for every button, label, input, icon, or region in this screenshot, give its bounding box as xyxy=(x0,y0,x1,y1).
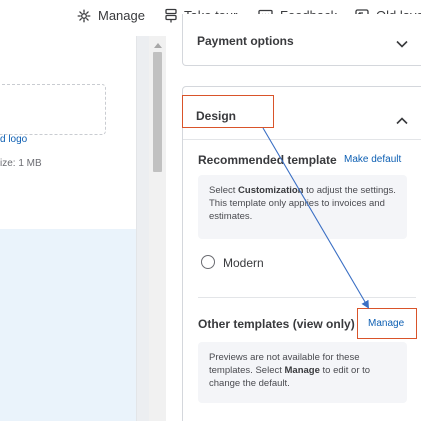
add-logo-link[interactable]: d logo xyxy=(0,134,27,145)
invoice-preview: d logo ize: 1 MB xyxy=(0,36,149,421)
logo-upload-area[interactable] xyxy=(0,84,106,135)
manage-toolbar-button[interactable]: Manage xyxy=(77,8,145,23)
scrollbar-thumb[interactable] xyxy=(153,52,162,172)
chevron-down-icon[interactable] xyxy=(396,35,408,53)
manage-bold-text: Manage xyxy=(284,365,320,376)
design-highlight-box xyxy=(182,95,274,128)
signpost-icon xyxy=(165,8,177,23)
payment-options-title: Payment options xyxy=(197,34,294,48)
preview-scrollbar[interactable] xyxy=(149,36,166,421)
manage-toolbar-label: Manage xyxy=(98,8,145,23)
scroll-up-arrow-icon[interactable] xyxy=(149,38,166,52)
design-card: Design Recommended template Make default… xyxy=(182,86,421,421)
make-default-link[interactable]: Make default xyxy=(344,154,401,165)
other-templates-title: Other templates (view only) xyxy=(198,317,355,331)
other-templates-info-box: Previews are not available for these tem… xyxy=(198,342,407,403)
design-header-divider xyxy=(183,139,421,140)
section-divider xyxy=(198,297,416,298)
customization-link-text: Customization xyxy=(238,185,304,196)
customization-info-box: Select Customization to adjust the setti… xyxy=(198,175,407,239)
manage-highlight-box xyxy=(357,308,417,339)
gear-icon xyxy=(77,9,91,23)
modern-template-radio[interactable] xyxy=(201,255,215,269)
modern-template-label[interactable]: Modern xyxy=(223,256,264,270)
preview-highlight-band xyxy=(0,229,136,421)
logo-size-hint: ize: 1 MB xyxy=(0,158,42,169)
preview-paper: d logo ize: 1 MB xyxy=(0,36,137,421)
recommended-template-title: Recommended template xyxy=(198,153,337,167)
payment-options-card[interactable]: Payment options xyxy=(182,14,421,66)
customization-info-pre: Select xyxy=(209,185,239,196)
chevron-up-icon[interactable] xyxy=(396,112,408,130)
